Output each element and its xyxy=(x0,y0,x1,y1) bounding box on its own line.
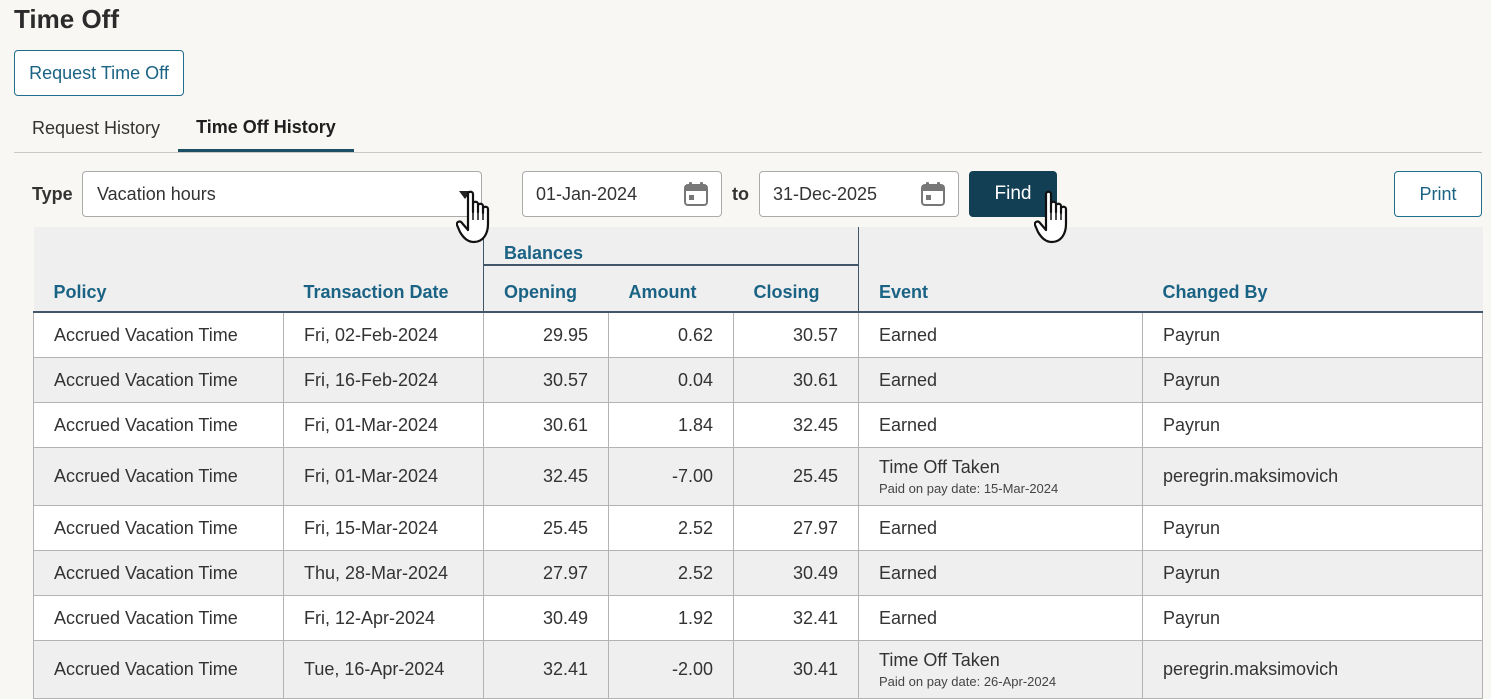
cell-opening: 30.57 xyxy=(483,357,609,403)
pointer-hand-icon xyxy=(1034,190,1068,244)
header-spacer xyxy=(1142,227,1483,265)
cell-policy: Accrued Vacation Time xyxy=(33,447,284,506)
cell-policy: Accrued Vacation Time xyxy=(33,505,284,551)
event-note: Paid on pay date: 15-Mar-2024 xyxy=(879,481,1059,496)
date-to-input[interactable]: 31-Dec-2025 xyxy=(759,171,959,217)
cell-amount: 2.52 xyxy=(608,550,734,596)
column-header-amount[interactable]: Amount xyxy=(608,265,734,313)
cell-event: Earned xyxy=(858,550,1144,596)
type-select[interactable]: Vacation hours xyxy=(82,171,482,217)
page-title: Time Off xyxy=(14,4,119,34)
cell-event: Time Off Taken Paid on pay date: 15-Mar-… xyxy=(858,447,1144,506)
column-header-transaction-date[interactable]: Transaction Date xyxy=(283,265,484,313)
column-header-opening[interactable]: Opening xyxy=(483,265,609,313)
date-to-value: 31-Dec-2025 xyxy=(773,183,878,204)
cell-opening: 30.61 xyxy=(483,402,609,448)
print-button[interactable]: Print xyxy=(1394,171,1482,217)
cell-event: Earned xyxy=(858,402,1144,448)
cell-amount: -7.00 xyxy=(608,447,734,506)
cell-policy: Accrued Vacation Time xyxy=(33,595,284,641)
header-spacer xyxy=(283,227,484,265)
table-row: Accrued Vacation Time Thu, 28-Mar-2024 2… xyxy=(33,550,1484,596)
table-row: Accrued Vacation Time Fri, 01-Mar-2024 3… xyxy=(33,447,1484,506)
request-time-off-button[interactable]: Request Time Off xyxy=(14,50,184,96)
calendar-icon[interactable] xyxy=(920,181,946,207)
header-spacer xyxy=(858,227,1143,265)
cell-opening: 30.49 xyxy=(483,595,609,641)
cell-closing: 25.45 xyxy=(733,447,860,506)
cell-changed-by: Payrun xyxy=(1142,357,1484,403)
cell-closing: 30.61 xyxy=(733,357,860,403)
time-off-history-table: Balances Policy Transaction Date Opening… xyxy=(33,227,1484,699)
cell-policy: Accrued Vacation Time xyxy=(33,402,284,448)
cell-amount: 0.04 xyxy=(608,357,734,403)
table-row: Accrued Vacation Time Fri, 16-Feb-2024 3… xyxy=(33,357,1484,403)
table-row: Accrued Vacation Time Fri, 02-Feb-2024 2… xyxy=(33,312,1484,358)
table-row: Accrued Vacation Time Fri, 15-Mar-2024 2… xyxy=(33,505,1484,551)
cell-opening: 25.45 xyxy=(483,505,609,551)
column-header-event[interactable]: Event xyxy=(858,265,1143,313)
balances-group-header: Balances xyxy=(482,227,860,266)
column-header-closing[interactable]: Closing xyxy=(733,265,860,313)
cell-opening: 29.95 xyxy=(483,312,609,358)
header-spacer xyxy=(33,227,284,265)
cell-date: Fri, 01-Mar-2024 xyxy=(283,447,484,506)
tab-bar: Request History Time Off History xyxy=(14,106,1482,153)
cell-event: Earned xyxy=(858,357,1144,403)
type-label: Type xyxy=(32,184,73,204)
cell-closing: 30.49 xyxy=(733,550,860,596)
date-from-value: 01-Jan-2024 xyxy=(536,183,638,204)
cell-opening: 27.97 xyxy=(483,550,609,596)
cell-event: Earned xyxy=(858,595,1144,641)
to-label: to xyxy=(732,184,749,204)
cell-date: Thu, 28-Mar-2024 xyxy=(283,550,484,596)
tab-time-off-history[interactable]: Time Off History xyxy=(178,106,354,152)
cell-closing: 30.57 xyxy=(733,312,860,358)
cell-date: Fri, 02-Feb-2024 xyxy=(283,312,484,358)
cell-closing: 32.45 xyxy=(733,402,860,448)
cell-date: Fri, 16-Feb-2024 xyxy=(283,357,484,403)
cell-changed-by: Payrun xyxy=(1142,402,1484,448)
table-row: Accrued Vacation Time Fri, 01-Mar-2024 3… xyxy=(33,402,1484,448)
cell-opening: 32.45 xyxy=(483,447,609,506)
column-header-changed-by[interactable]: Changed By xyxy=(1142,265,1483,313)
cell-policy: Accrued Vacation Time xyxy=(33,550,284,596)
cell-event: Earned xyxy=(858,312,1144,358)
date-from-input[interactable]: 01-Jan-2024 xyxy=(522,171,722,217)
cell-closing: 32.41 xyxy=(733,595,860,641)
cell-date: Fri, 01-Mar-2024 xyxy=(283,402,484,448)
event-note: Paid on pay date: 26-Apr-2024 xyxy=(879,674,1057,689)
cell-event: Earned xyxy=(858,505,1144,551)
cell-changed-by: peregrin.maksimovich xyxy=(1142,447,1484,506)
cell-amount: 0.62 xyxy=(608,312,734,358)
type-select-value: Vacation hours xyxy=(97,183,216,204)
cell-changed-by: Payrun xyxy=(1142,595,1484,641)
cell-date: Fri, 12-Apr-2024 xyxy=(283,595,484,641)
cell-policy: Accrued Vacation Time xyxy=(33,312,284,358)
column-header-policy[interactable]: Policy xyxy=(33,265,284,313)
cell-changed-by: Payrun xyxy=(1142,312,1484,358)
cell-policy: Accrued Vacation Time xyxy=(33,357,284,403)
calendar-icon[interactable] xyxy=(683,181,709,207)
table-row: Accrued Vacation Time Fri, 12-Apr-2024 3… xyxy=(33,595,1484,641)
cell-amount: 2.52 xyxy=(608,505,734,551)
cell-changed-by: Payrun xyxy=(1142,505,1484,551)
event-label: Time Off Taken xyxy=(879,650,1000,670)
cell-amount: 1.92 xyxy=(608,595,734,641)
event-label: Time Off Taken xyxy=(879,457,1000,477)
cell-closing: 27.97 xyxy=(733,505,860,551)
pointer-hand-icon xyxy=(456,190,490,244)
cell-changed-by: Payrun xyxy=(1142,550,1484,596)
cell-amount: 1.84 xyxy=(608,402,734,448)
cell-date: Fri, 15-Mar-2024 xyxy=(283,505,484,551)
tab-request-history[interactable]: Request History xyxy=(14,106,178,150)
